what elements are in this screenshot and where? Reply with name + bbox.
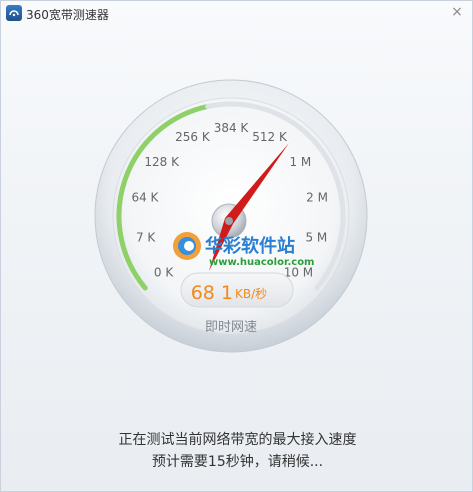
status-line-1: 正在测试当前网络带宽的最大接入速度 [118,432,357,448]
scale-label: 128 K [144,155,180,169]
main-window: 360宽带测速器 × 0 K 7 K 64 K 128 K 256 K 384 … [0,0,473,492]
status-message: 正在测试当前网络带宽的最大接入速度 预计需要15秒钟，请稍候... [1,429,473,473]
speed-value: 68 1 [191,282,233,304]
scale-label: 2 M [306,191,328,205]
speed-gauge: 0 K7 K 64 K 128 K 256 K 384 K 512 K1 M2 M5 M1… [1,1,473,401]
scale-label: 64 K [131,191,159,205]
status-line-2: 预计需要15秒钟，请稍候... [151,454,324,470]
watermark-url: www.huacolor.com [209,257,314,268]
scale-label: 384 K [214,121,250,135]
scale-label: 7 K [136,230,156,244]
speed-unit: KB/秒 [235,287,267,301]
watermark-text: 华彩软件站 [205,235,295,257]
scale-label: 256 K [175,130,211,144]
scale-label: 512 K [252,130,288,144]
scale-label: 1 M [289,155,311,169]
scale-label: 0 K [154,266,174,280]
gauge-caption: 即时网速 [205,320,257,335]
scale-label: 5 M [305,230,327,244]
